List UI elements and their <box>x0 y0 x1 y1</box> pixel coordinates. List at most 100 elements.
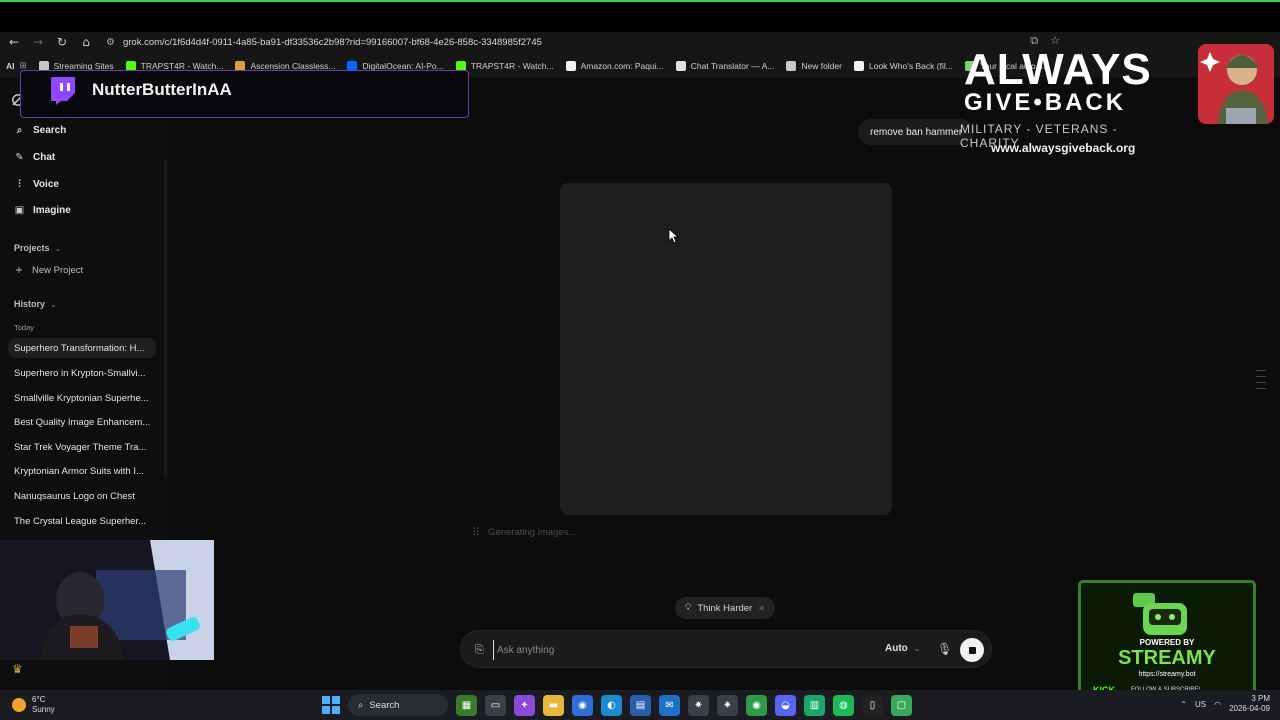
discord-icon[interactable]: ◒ <box>775 694 796 716</box>
model-label: Auto <box>885 643 908 654</box>
epic-icon[interactable]: ▯ <box>862 694 883 716</box>
mail-icon[interactable]: ✉ <box>659 694 680 716</box>
stop-icon <box>968 646 976 654</box>
history-item[interactable]: Superhero Transformation: H... <box>8 338 156 358</box>
close-icon[interactable]: ✕ <box>758 604 765 613</box>
chrome-icon[interactable]: ◉ <box>746 694 767 716</box>
twitch-overlay: NutterButterInAA <box>20 70 469 118</box>
mouse-cursor-icon <box>668 228 678 244</box>
brand-line2: GIVE•BACK <box>964 89 1127 116</box>
app-icon[interactable]: ✷ <box>688 694 709 716</box>
think-harder-chip[interactable]: 💡︎ Think Harder ✕ <box>675 597 775 619</box>
imagine-icon: ▣ <box>14 205 25 216</box>
store-icon[interactable]: ▤ <box>630 694 651 716</box>
paperclip-icon[interactable]: ⎘ <box>475 643 484 657</box>
lightbulb-icon: 💡︎ <box>685 603 692 613</box>
edge-icon[interactable]: ◐ <box>601 694 622 716</box>
clock-time: 3 PM <box>1251 694 1270 703</box>
sidebar-item-chat[interactable]: ✎ Chat <box>14 152 55 163</box>
weather-widget[interactable]: 6°C Sunny <box>12 695 55 715</box>
today-label: Today <box>14 323 35 332</box>
stop-button[interactable] <box>960 638 984 662</box>
think-harder-label: Think Harder <box>697 602 753 614</box>
sidebar-item-label: Voice <box>33 179 59 190</box>
file-icon[interactable]: ▭ <box>485 694 506 716</box>
history-item[interactable]: Kryptonian Armor Suits with I... <box>8 461 156 481</box>
sidebar-item-voice[interactable]: ⫶ Voice <box>14 179 59 190</box>
translator-icon <box>675 61 686 71</box>
streamy-url: https://streamy.bot <box>1138 671 1196 678</box>
projects-label: Projects <box>14 243 50 253</box>
brand-url: www.alwaysgiveback.org <box>991 141 1136 155</box>
folder-icon <box>786 61 797 71</box>
chrome-icon[interactable]: ◉ <box>572 694 593 716</box>
voice-icon: ⫶ <box>18 179 21 190</box>
new-project-button[interactable]: + New Project <box>15 265 83 276</box>
history-item[interactable]: Smallville Kryptonian Superhe... <box>8 388 156 408</box>
url-text: grok.com/c/1f6d4d4f-0911-4a85-ba91-df335… <box>122 36 542 48</box>
bookmark-item[interactable]: New folder <box>780 57 848 75</box>
app-icon[interactable]: ▥ <box>804 694 825 716</box>
back-icon[interactable]: ← <box>2 32 26 52</box>
history-header[interactable]: History ⌄ <box>14 299 56 309</box>
webcam-feed <box>0 540 214 660</box>
amazon-icon <box>565 61 576 71</box>
history-item[interactable]: Star Trek Voyager Theme Tra... <box>8 437 156 457</box>
chevron-up-icon[interactable]: ⌃ <box>1180 700 1187 709</box>
crown-icon: ♛ <box>12 662 23 676</box>
chevron-down-icon: ⌄ <box>55 245 61 253</box>
sun-icon <box>12 698 26 712</box>
projects-header[interactable]: Projects ⌄ <box>14 243 61 253</box>
scroll-rail[interactable] <box>1256 370 1266 394</box>
app-icon[interactable]: ▢ <box>891 694 912 716</box>
sidebar-item-label: Chat <box>33 152 56 163</box>
widget-icon[interactable]: ▦ <box>456 694 477 716</box>
image-placeholder-card <box>560 183 892 515</box>
webcam-image <box>0 540 214 660</box>
loading-dots-icon: ⠿ <box>472 526 481 539</box>
taskbar-apps: ⌕ Search ▦ ▭ ✦ ▬ ◉ ◐ ▤ ✉ ✷ ✷ ◉ ◒ ▥ ◍ ▯ ▢ <box>322 694 912 716</box>
taskbar-search[interactable]: ⌕ Search <box>348 694 448 716</box>
forward-icon[interactable]: → <box>26 32 50 52</box>
sidebar-scrollbar[interactable] <box>164 159 167 479</box>
wifi-icon[interactable]: ◠ <box>1214 700 1221 709</box>
clock[interactable]: 3 PM 2026-04-09 <box>1229 694 1270 714</box>
history-item[interactable]: Superhero in Krypton-Smallvi... <box>8 363 156 383</box>
spotify-icon[interactable]: ◍ <box>833 694 854 716</box>
history-item[interactable]: The Crystal League Superher... <box>8 511 156 531</box>
reload-icon[interactable]: ↻ <box>50 32 74 52</box>
language-indicator[interactable]: US <box>1195 700 1206 709</box>
ask-input[interactable] <box>493 640 853 660</box>
chat-icon: ✎ <box>15 152 24 163</box>
chevron-down-icon: ⌄ <box>50 301 57 309</box>
plus-icon: + <box>15 265 23 276</box>
bookmark-label: Look Who's Back (fil... <box>868 61 953 71</box>
windows-start-icon[interactable] <box>322 696 340 714</box>
model-selector[interactable]: Auto ⌄ <box>885 643 920 654</box>
bookmark-item[interactable]: Look Who's Back (fil... <box>848 57 959 75</box>
bookmark-item[interactable]: Chat Translator — A... <box>670 57 781 75</box>
weather-condition: Sunny <box>32 705 55 714</box>
app-icon[interactable]: ✷ <box>717 694 738 716</box>
site-info-icon[interactable]: ⚙ <box>106 37 115 48</box>
copilot-icon[interactable]: ✦ <box>514 694 535 716</box>
microphone-icon[interactable]: 🎙︎ <box>937 642 952 656</box>
bookmark-item[interactable]: Amazon.com: Paqui... <box>560 57 670 75</box>
history-item[interactable]: Best Quality Image Enhancem... <box>8 412 156 432</box>
twitch-username: NutterButterInAA <box>92 80 232 99</box>
pinned-apps: ▦ ▭ ✦ ▬ ◉ ◐ ▤ ✉ ✷ ✷ ◉ ◒ ▥ ◍ ▯ ▢ <box>456 694 912 716</box>
sidebar-item-imagine[interactable]: ▣ Imagine <box>14 205 71 216</box>
address-bar[interactable]: ⚙ grok.com/c/1f6d4d4f-0911-4a85-ba91-df3… <box>106 34 542 50</box>
home-icon[interactable]: ⌂ <box>74 32 98 52</box>
history-label: History <box>14 299 46 309</box>
history-item[interactable]: Nanuqsaurus Logo on Chest <box>8 486 156 506</box>
system-tray: ⌃ US ◠ 3 PM 2026-04-09 <box>1180 694 1270 714</box>
folder-icon[interactable]: ▬ <box>543 694 564 716</box>
sidebar-item-search[interactable]: ⌕ Search <box>14 125 67 136</box>
taskbar-search-label: Search <box>369 699 400 711</box>
search-icon: ⌕ <box>358 699 364 711</box>
clock-date: 2026-04-09 <box>1229 704 1270 713</box>
search-icon: ⌕ <box>16 125 23 136</box>
screen: ← → ↻ ⌂ ⚙ grok.com/c/1f6d4d4f-0911-4a85-… <box>0 0 1280 720</box>
robot-icon <box>1133 593 1187 635</box>
